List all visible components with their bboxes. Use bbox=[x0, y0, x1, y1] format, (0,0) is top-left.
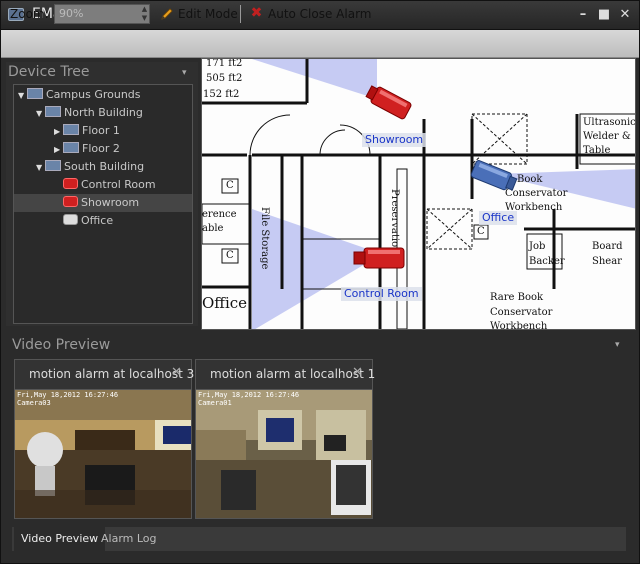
equipment-label: Conservator bbox=[490, 307, 553, 318]
video-feed-localhost-3[interactable]: Fri,May 18,2012 16:27:46 Camera03 bbox=[14, 389, 192, 519]
video-tab-localhost-1[interactable]: motion alarm at localhost 1 ✕ bbox=[195, 359, 376, 389]
tree-node-north-building[interactable]: ▼ North Building bbox=[14, 104, 192, 122]
video-tab-label: motion alarm at localhost 3 bbox=[29, 367, 195, 381]
tab-alarm-log[interactable]: Alarm Log bbox=[94, 527, 164, 551]
equipment-label: Table bbox=[583, 145, 611, 156]
device-tree: ▼ Campus Grounds ▼ North Building ▶ Floor 1… bbox=[13, 84, 193, 324]
close-icon[interactable]: ✕ bbox=[618, 8, 632, 22]
zoom-stepper[interactable]: ▲ ▼ bbox=[140, 5, 149, 23]
equipment-label: Workbench bbox=[490, 321, 548, 330]
room-label-office: Office bbox=[202, 294, 248, 312]
tree-node-office[interactable]: Office bbox=[14, 212, 192, 230]
map-camera-showroom[interactable] bbox=[364, 84, 418, 122]
pin-icon[interactable]: ▾ bbox=[182, 68, 187, 78]
room-label: able bbox=[202, 223, 224, 234]
expand-toggle-icon[interactable]: ▼ bbox=[18, 87, 27, 105]
camera-label-office: Office bbox=[479, 211, 518, 225]
camera-scene bbox=[15, 390, 191, 518]
camera-scene bbox=[196, 390, 372, 518]
floor-icon bbox=[63, 142, 79, 153]
close-icon[interactable]: ✕ bbox=[171, 365, 182, 380]
tree-node-showroom[interactable]: Showroom bbox=[14, 194, 192, 212]
camera-icon bbox=[63, 214, 78, 225]
expand-toggle-icon[interactable]: ▶ bbox=[54, 141, 63, 159]
area-label: 152 ft2 bbox=[203, 89, 240, 100]
tree-node-control-room[interactable]: Control Room bbox=[14, 176, 192, 194]
building-icon bbox=[45, 160, 61, 171]
maximize-icon[interactable]: ■ bbox=[597, 8, 611, 22]
tree-node-campus-grounds[interactable]: ▼ Campus Grounds bbox=[14, 86, 192, 104]
coverage-area-showroom bbox=[252, 59, 377, 99]
equipment-label: Board bbox=[592, 241, 623, 252]
building-icon bbox=[27, 88, 43, 99]
device-tree-title: Device Tree bbox=[8, 64, 90, 80]
tab-video-preview[interactable]: Video Preview bbox=[14, 527, 106, 551]
map-camera-control-room[interactable] bbox=[350, 243, 408, 273]
equipment-label: Backer bbox=[529, 256, 565, 267]
alarm-close-icon[interactable]: ✖ bbox=[249, 6, 264, 21]
camera-alarm-icon bbox=[63, 196, 78, 207]
marker-label: C bbox=[226, 250, 234, 261]
edit-mode-button[interactable]: Edit Mode bbox=[178, 7, 238, 21]
emap-floorplan[interactable]: 171 ft2 505 ft2 152 ft2 File Storage Pre… bbox=[201, 58, 636, 330]
video-preview-title: Video Preview bbox=[12, 337, 111, 353]
zoom-input[interactable]: 90% bbox=[54, 4, 150, 24]
toolbar bbox=[0, 30, 640, 58]
close-icon[interactable]: ✕ bbox=[352, 365, 363, 380]
area-label: 171 ft2 bbox=[206, 58, 243, 69]
camera-label-control-room: Control Room bbox=[341, 287, 422, 301]
toolbar-divider bbox=[240, 5, 241, 23]
map-camera-office[interactable] bbox=[468, 159, 524, 195]
auto-close-alarm-button[interactable]: Auto Close Alarm bbox=[268, 7, 372, 21]
tree-node-south-building[interactable]: ▼ South Building bbox=[14, 158, 192, 176]
video-tab-label: motion alarm at localhost 1 bbox=[210, 367, 376, 381]
status-bar bbox=[0, 552, 640, 564]
video-timestamp: Fri,May 18,2012 16:27:46 Camera01 bbox=[198, 391, 300, 407]
equipment-label: Ultrasonic bbox=[583, 117, 636, 128]
camera-alarm-icon bbox=[63, 178, 78, 189]
pencil-icon[interactable] bbox=[160, 7, 174, 21]
area-label: 505 ft2 bbox=[206, 73, 243, 84]
room-label: erence bbox=[202, 209, 237, 220]
zoom-label: Zoom: bbox=[10, 7, 49, 21]
pin-icon[interactable]: ▾ bbox=[615, 340, 620, 350]
tree-node-floor-1[interactable]: ▶ Floor 1 bbox=[14, 122, 192, 140]
video-feed-localhost-1[interactable]: Fri,May 18,2012 16:27:46 Camera01 bbox=[195, 389, 373, 519]
video-tab-localhost-3[interactable]: motion alarm at localhost 3 ✕ bbox=[14, 359, 195, 389]
equipment-label: Welder & bbox=[583, 131, 631, 142]
minimize-icon[interactable]: – bbox=[576, 8, 590, 22]
camera-label-showroom: Showroom bbox=[362, 133, 427, 147]
building-icon bbox=[45, 106, 61, 117]
room-label-file-storage: File Storage bbox=[259, 207, 270, 270]
equipment-label: Shear bbox=[592, 256, 622, 267]
tree-node-floor-2[interactable]: ▶ Floor 2 bbox=[14, 140, 192, 158]
marker-label: C bbox=[477, 226, 485, 237]
video-timestamp: Fri,May 18,2012 16:27:46 Camera03 bbox=[17, 391, 119, 407]
floor-icon bbox=[63, 124, 79, 135]
equipment-label: Rare Book bbox=[490, 292, 544, 303]
expand-toggle-icon[interactable]: ▼ bbox=[36, 105, 45, 123]
expand-toggle-icon[interactable]: ▶ bbox=[54, 123, 63, 141]
marker-label: C bbox=[226, 180, 234, 191]
expand-toggle-icon[interactable]: ▼ bbox=[36, 159, 45, 177]
equipment-label: Job bbox=[529, 241, 546, 252]
